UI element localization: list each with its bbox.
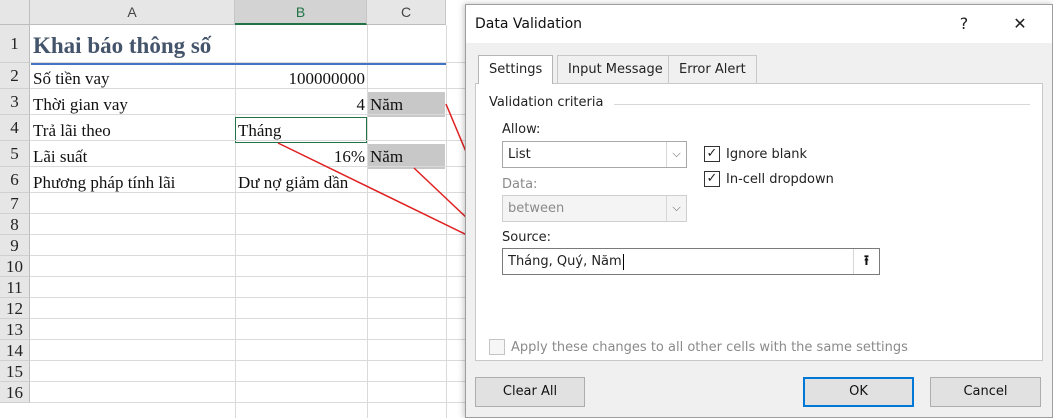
column-header-b[interactable]: B — [235, 0, 367, 25]
group-divider — [614, 104, 1030, 105]
sheet-title: Khai báo thông số — [33, 33, 212, 58]
source-input[interactable]: Tháng, Quý, Năm ⭱ — [502, 248, 880, 275]
column-header-c[interactable]: C — [367, 0, 446, 25]
cancel-button[interactable]: Cancel — [930, 377, 1041, 407]
column-header-a[interactable]: A — [30, 0, 235, 25]
help-icon[interactable]: ? — [944, 10, 984, 38]
data-select-value: between — [508, 201, 565, 216]
ok-button[interactable]: OK — [803, 377, 914, 407]
dialog-title: Data Validation — [475, 16, 583, 32]
row-header-7[interactable]: 7 — [0, 193, 30, 214]
row-header-12[interactable]: 12 — [0, 298, 30, 319]
collapse-dialog-icon[interactable]: ⭱ — [853, 249, 879, 274]
row-header-14[interactable]: 14 — [0, 340, 30, 361]
tab-settings[interactable]: Settings — [478, 55, 554, 84]
in-cell-dropdown-label[interactable]: In-cell dropdown — [726, 172, 834, 187]
validation-criteria-label: Validation criteria — [489, 95, 604, 110]
allow-select[interactable]: List ⌵ — [502, 141, 687, 168]
row-header-8[interactable]: 8 — [0, 214, 30, 235]
ignore-blank-label[interactable]: Ignore blank — [726, 147, 807, 162]
row-header-13[interactable]: 13 — [0, 319, 30, 340]
settings-panel: Validation criteria Allow: List ⌵ ✓ Igno… — [475, 83, 1043, 361]
text-caret — [622, 253, 624, 270]
row-header-4[interactable]: 4 — [0, 115, 30, 141]
source-label: Source: — [502, 230, 552, 245]
row-header-10[interactable]: 10 — [0, 256, 30, 277]
apply-all-label: Apply these changes to all other cells w… — [511, 340, 908, 355]
data-validation-dialog: Data Validation ? ✕ Settings Input Messa… — [465, 4, 1053, 418]
chevron-down-icon[interactable]: ⌵ — [666, 142, 686, 167]
chevron-down-icon: ⌵ — [666, 196, 686, 221]
row-header-5[interactable]: 5 — [0, 141, 30, 167]
allow-label: Allow: — [502, 122, 541, 137]
dialog-titlebar[interactable]: Data Validation ? ✕ — [466, 5, 1052, 43]
row-header-9[interactable]: 9 — [0, 235, 30, 256]
row-header-15[interactable]: 15 — [0, 361, 30, 382]
clear-all-button[interactable]: Clear All — [475, 377, 585, 407]
ignore-blank-checkbox[interactable]: ✓ — [704, 146, 720, 162]
row-header-11[interactable]: 11 — [0, 277, 30, 298]
check-icon: ✓ — [706, 171, 718, 186]
row-header-6[interactable]: 6 — [0, 167, 30, 193]
row-header-16[interactable]: 16 — [0, 382, 30, 403]
tab-error-alert[interactable]: Error Alert — [668, 55, 757, 83]
allow-select-value: List — [508, 147, 531, 162]
source-input-value: Tháng, Quý, Năm — [508, 254, 622, 269]
data-label: Data: — [502, 177, 538, 192]
row-header-2[interactable]: 2 — [0, 63, 30, 89]
in-cell-dropdown-checkbox[interactable]: ✓ — [704, 171, 720, 187]
tab-input-message[interactable]: Input Message — [557, 55, 674, 83]
close-icon[interactable]: ✕ — [1000, 10, 1040, 38]
row-header-3[interactable]: 3 — [0, 89, 30, 115]
apply-all-checkbox — [489, 339, 505, 355]
row-header-1[interactable]: 1 — [0, 25, 30, 63]
select-all-corner[interactable] — [0, 0, 30, 25]
data-select: between ⌵ — [502, 195, 687, 222]
check-icon: ✓ — [706, 146, 718, 161]
